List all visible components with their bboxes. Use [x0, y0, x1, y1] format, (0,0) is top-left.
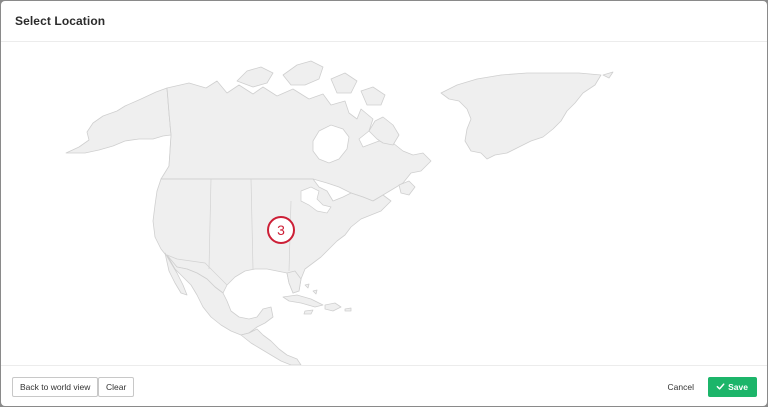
- select-location-dialog: Select Location 3 Back to world view Cle…: [1, 1, 767, 406]
- save-label: Save: [728, 382, 748, 392]
- back-to-world-view-button[interactable]: Back to world view: [12, 377, 99, 397]
- region-cuba[interactable]: [282, 294, 324, 308]
- clear-button[interactable]: Clear: [98, 377, 135, 397]
- region-greenland[interactable]: [440, 72, 602, 160]
- cancel-button[interactable]: Cancel: [660, 377, 702, 397]
- region-arctic-islands-2[interactable]: [282, 60, 324, 86]
- dialog-footer: Back to world view Clear Cancel Save: [1, 365, 767, 406]
- region-central-america[interactable]: [240, 328, 302, 365]
- north-america-map[interactable]: 3: [1, 42, 767, 365]
- region-arctic-islands[interactable]: [236, 66, 274, 88]
- region-bahamas[interactable]: [304, 283, 318, 295]
- region-iceland-islet[interactable]: [602, 71, 614, 79]
- region-baffin-island[interactable]: [368, 116, 400, 146]
- location-marker[interactable]: 3: [267, 216, 295, 244]
- region-alaska[interactable]: [65, 87, 172, 154]
- region-arctic-islands-4[interactable]: [360, 86, 386, 106]
- marker-label: 3: [277, 222, 285, 238]
- region-jamaica[interactable]: [303, 309, 314, 315]
- map-area[interactable]: 3: [1, 42, 767, 365]
- dialog-title: Select Location: [15, 14, 106, 28]
- save-button[interactable]: Save: [708, 377, 757, 397]
- region-arctic-islands-3[interactable]: [330, 72, 358, 94]
- dialog-header: Select Location: [1, 1, 767, 42]
- checkmark-icon: [716, 383, 725, 390]
- region-puerto-rico[interactable]: [344, 307, 352, 312]
- region-hispaniola[interactable]: [324, 302, 342, 312]
